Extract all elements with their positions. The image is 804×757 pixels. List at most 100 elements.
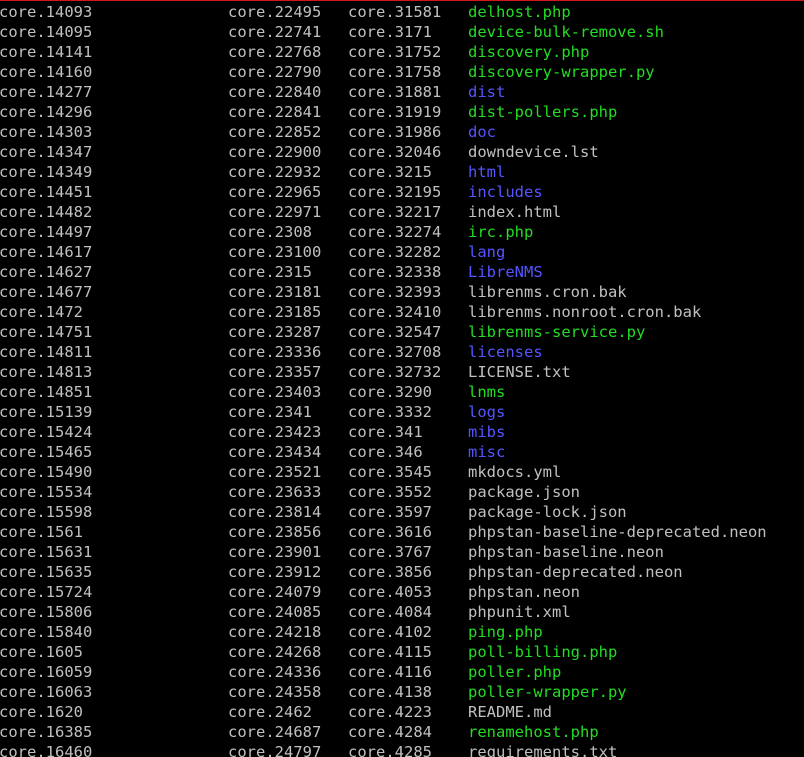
- core-dump-file: core.3597: [348, 503, 432, 521]
- executable-entry: poller.php: [468, 663, 562, 681]
- executable-entry: librenms-service.py: [468, 323, 646, 341]
- core-dump-file: core.14303: [0, 123, 93, 141]
- core-dump-file: core.23633: [228, 483, 322, 501]
- core-dump-file: core.23901: [228, 543, 322, 561]
- core-dump-file: core.3552: [348, 483, 432, 501]
- core-dump-file: core.32338: [348, 263, 442, 281]
- executable-entry: irc.php: [468, 223, 534, 241]
- core-dump-file: core.4138: [348, 683, 432, 701]
- core-dump-file: core.2462: [228, 703, 312, 721]
- listing-row: core.16385 core.24687 core.4284 renamehost.…: [0, 722, 804, 742]
- core-dump-file: core.14617: [0, 243, 93, 261]
- core-dump-file: core.4084: [348, 603, 432, 621]
- core-dump-file: core.23336: [228, 343, 322, 361]
- core-dump-file: core.31881: [348, 83, 442, 101]
- listing-row: core.1472 core.23185 core.32410 librenms.no…: [0, 302, 804, 322]
- file-entry: mkdocs.yml: [468, 463, 562, 481]
- listing-row: core.14677 core.23181 core.32393 librenms.c…: [0, 282, 804, 302]
- directory-entry: logs: [468, 403, 506, 421]
- core-dump-file: core.341: [348, 423, 423, 441]
- listing-row: core.1620 core.2462 core.4223 README.md: [0, 702, 804, 722]
- file-entry: package-lock.json: [468, 503, 627, 521]
- core-dump-file: core.22852: [228, 123, 322, 141]
- executable-entry: ping.php: [468, 623, 543, 641]
- directory-entry: LibreNMS: [468, 263, 543, 281]
- core-dump-file: core.24085: [228, 603, 322, 621]
- core-dump-file: core.3545: [348, 463, 432, 481]
- core-dump-file: core.32547: [348, 323, 442, 341]
- core-dump-file: core.31919: [348, 103, 442, 121]
- core-dump-file: core.32217: [348, 203, 442, 221]
- listing-row: core.14277 core.22840 core.31881 dist: [0, 82, 804, 102]
- core-dump-file: core.15465: [0, 443, 93, 461]
- core-dump-file: core.24218: [228, 623, 322, 641]
- core-dump-file: core.15490: [0, 463, 93, 481]
- core-dump-file: core.4102: [348, 623, 432, 641]
- core-dump-file: core.14677: [0, 283, 93, 301]
- core-dump-file: core.4285: [348, 743, 432, 757]
- executable-entry: poll-billing.php: [468, 643, 618, 661]
- directory-entry: mibs: [468, 423, 506, 441]
- listing-row: core.14482 core.22971 core.32217 index.html: [0, 202, 804, 222]
- core-dump-file: core.32410: [348, 303, 442, 321]
- core-dump-file: core.23912: [228, 563, 322, 581]
- core-dump-file: core.14141: [0, 43, 93, 61]
- listing-row: core.14497 core.2308 core.32274 irc.php: [0, 222, 804, 242]
- listing-row: core.14349 core.22932 core.3215 html: [0, 162, 804, 182]
- file-entry: requirements.txt: [468, 743, 618, 757]
- executable-entry: discovery.php: [468, 43, 590, 61]
- core-dump-file: core.32195: [348, 183, 442, 201]
- file-entry: package.json: [468, 483, 580, 501]
- file-entry: index.html: [468, 203, 562, 221]
- core-dump-file: core.22495: [228, 3, 322, 21]
- executable-entry: device-bulk-remove.sh: [468, 23, 664, 41]
- file-entry: LICENSE.txt: [468, 363, 571, 381]
- core-dump-file: core.1605: [0, 643, 83, 661]
- listing-row: core.15840 core.24218 core.4102 ping.php: [0, 622, 804, 642]
- core-dump-file: core.3856: [348, 563, 432, 581]
- listing-row: core.15139 core.2341 core.3332 logs: [0, 402, 804, 422]
- core-dump-file: core.23403: [228, 383, 322, 401]
- core-dump-file: core.4053: [348, 583, 432, 601]
- core-dump-file: core.346: [348, 443, 423, 461]
- listing-row: core.14347 core.22900 core.32046 downdevice…: [0, 142, 804, 162]
- core-dump-file: core.24358: [228, 683, 322, 701]
- directory-entry: lang: [468, 243, 506, 261]
- executable-entry: renamehost.php: [468, 723, 599, 741]
- core-dump-file: core.14093: [0, 3, 93, 21]
- core-dump-file: core.14627: [0, 263, 93, 281]
- listing-row: core.15534 core.23633 core.3552 package.jso…: [0, 482, 804, 502]
- core-dump-file: core.22932: [228, 163, 322, 181]
- core-dump-file: core.14095: [0, 23, 93, 41]
- core-dump-file: core.15139: [0, 403, 93, 421]
- core-dump-file: core.24797: [228, 743, 322, 757]
- core-dump-file: core.32046: [348, 143, 442, 161]
- core-dump-file: core.32282: [348, 243, 442, 261]
- directory-entry: licenses: [468, 343, 543, 361]
- core-dump-file: core.15424: [0, 423, 93, 441]
- core-dump-file: core.22841: [228, 103, 322, 121]
- core-dump-file: core.4115: [348, 643, 432, 661]
- core-dump-file: core.22741: [228, 23, 322, 41]
- listing-row: core.14160 core.22790 core.31758 discovery-…: [0, 62, 804, 82]
- terminal-window[interactable]: core.14093 core.22495 core.31581 delhost.ph…: [0, 0, 804, 757]
- listing-row: core.15424 core.23423 core.341 mibs: [0, 422, 804, 442]
- core-dump-file: core.32732: [348, 363, 442, 381]
- file-entry: phpstan-baseline-deprecated.neon: [468, 523, 767, 541]
- core-dump-file: core.15724: [0, 583, 93, 601]
- listing-row: core.14751 core.23287 core.32547 librenms-s…: [0, 322, 804, 342]
- core-dump-file: core.31752: [348, 43, 442, 61]
- core-dump-file: core.1561: [0, 523, 83, 541]
- executable-entry: lnms: [468, 383, 506, 401]
- core-dump-file: core.4284: [348, 723, 432, 741]
- directory-entry: misc: [468, 443, 506, 461]
- executable-entry: delhost.php: [468, 3, 571, 21]
- listing-row: core.14296 core.22841 core.31919 dist-polle…: [0, 102, 804, 122]
- core-dump-file: core.3290: [348, 383, 432, 401]
- core-dump-file: core.22900: [228, 143, 322, 161]
- core-dump-file: core.15631: [0, 543, 93, 561]
- core-dump-file: core.14813: [0, 363, 93, 381]
- file-entry: librenms.nonroot.cron.bak: [468, 303, 702, 321]
- core-dump-file: core.23185: [228, 303, 322, 321]
- listing-row: core.15490 core.23521 core.3545 mkdocs.yml: [0, 462, 804, 482]
